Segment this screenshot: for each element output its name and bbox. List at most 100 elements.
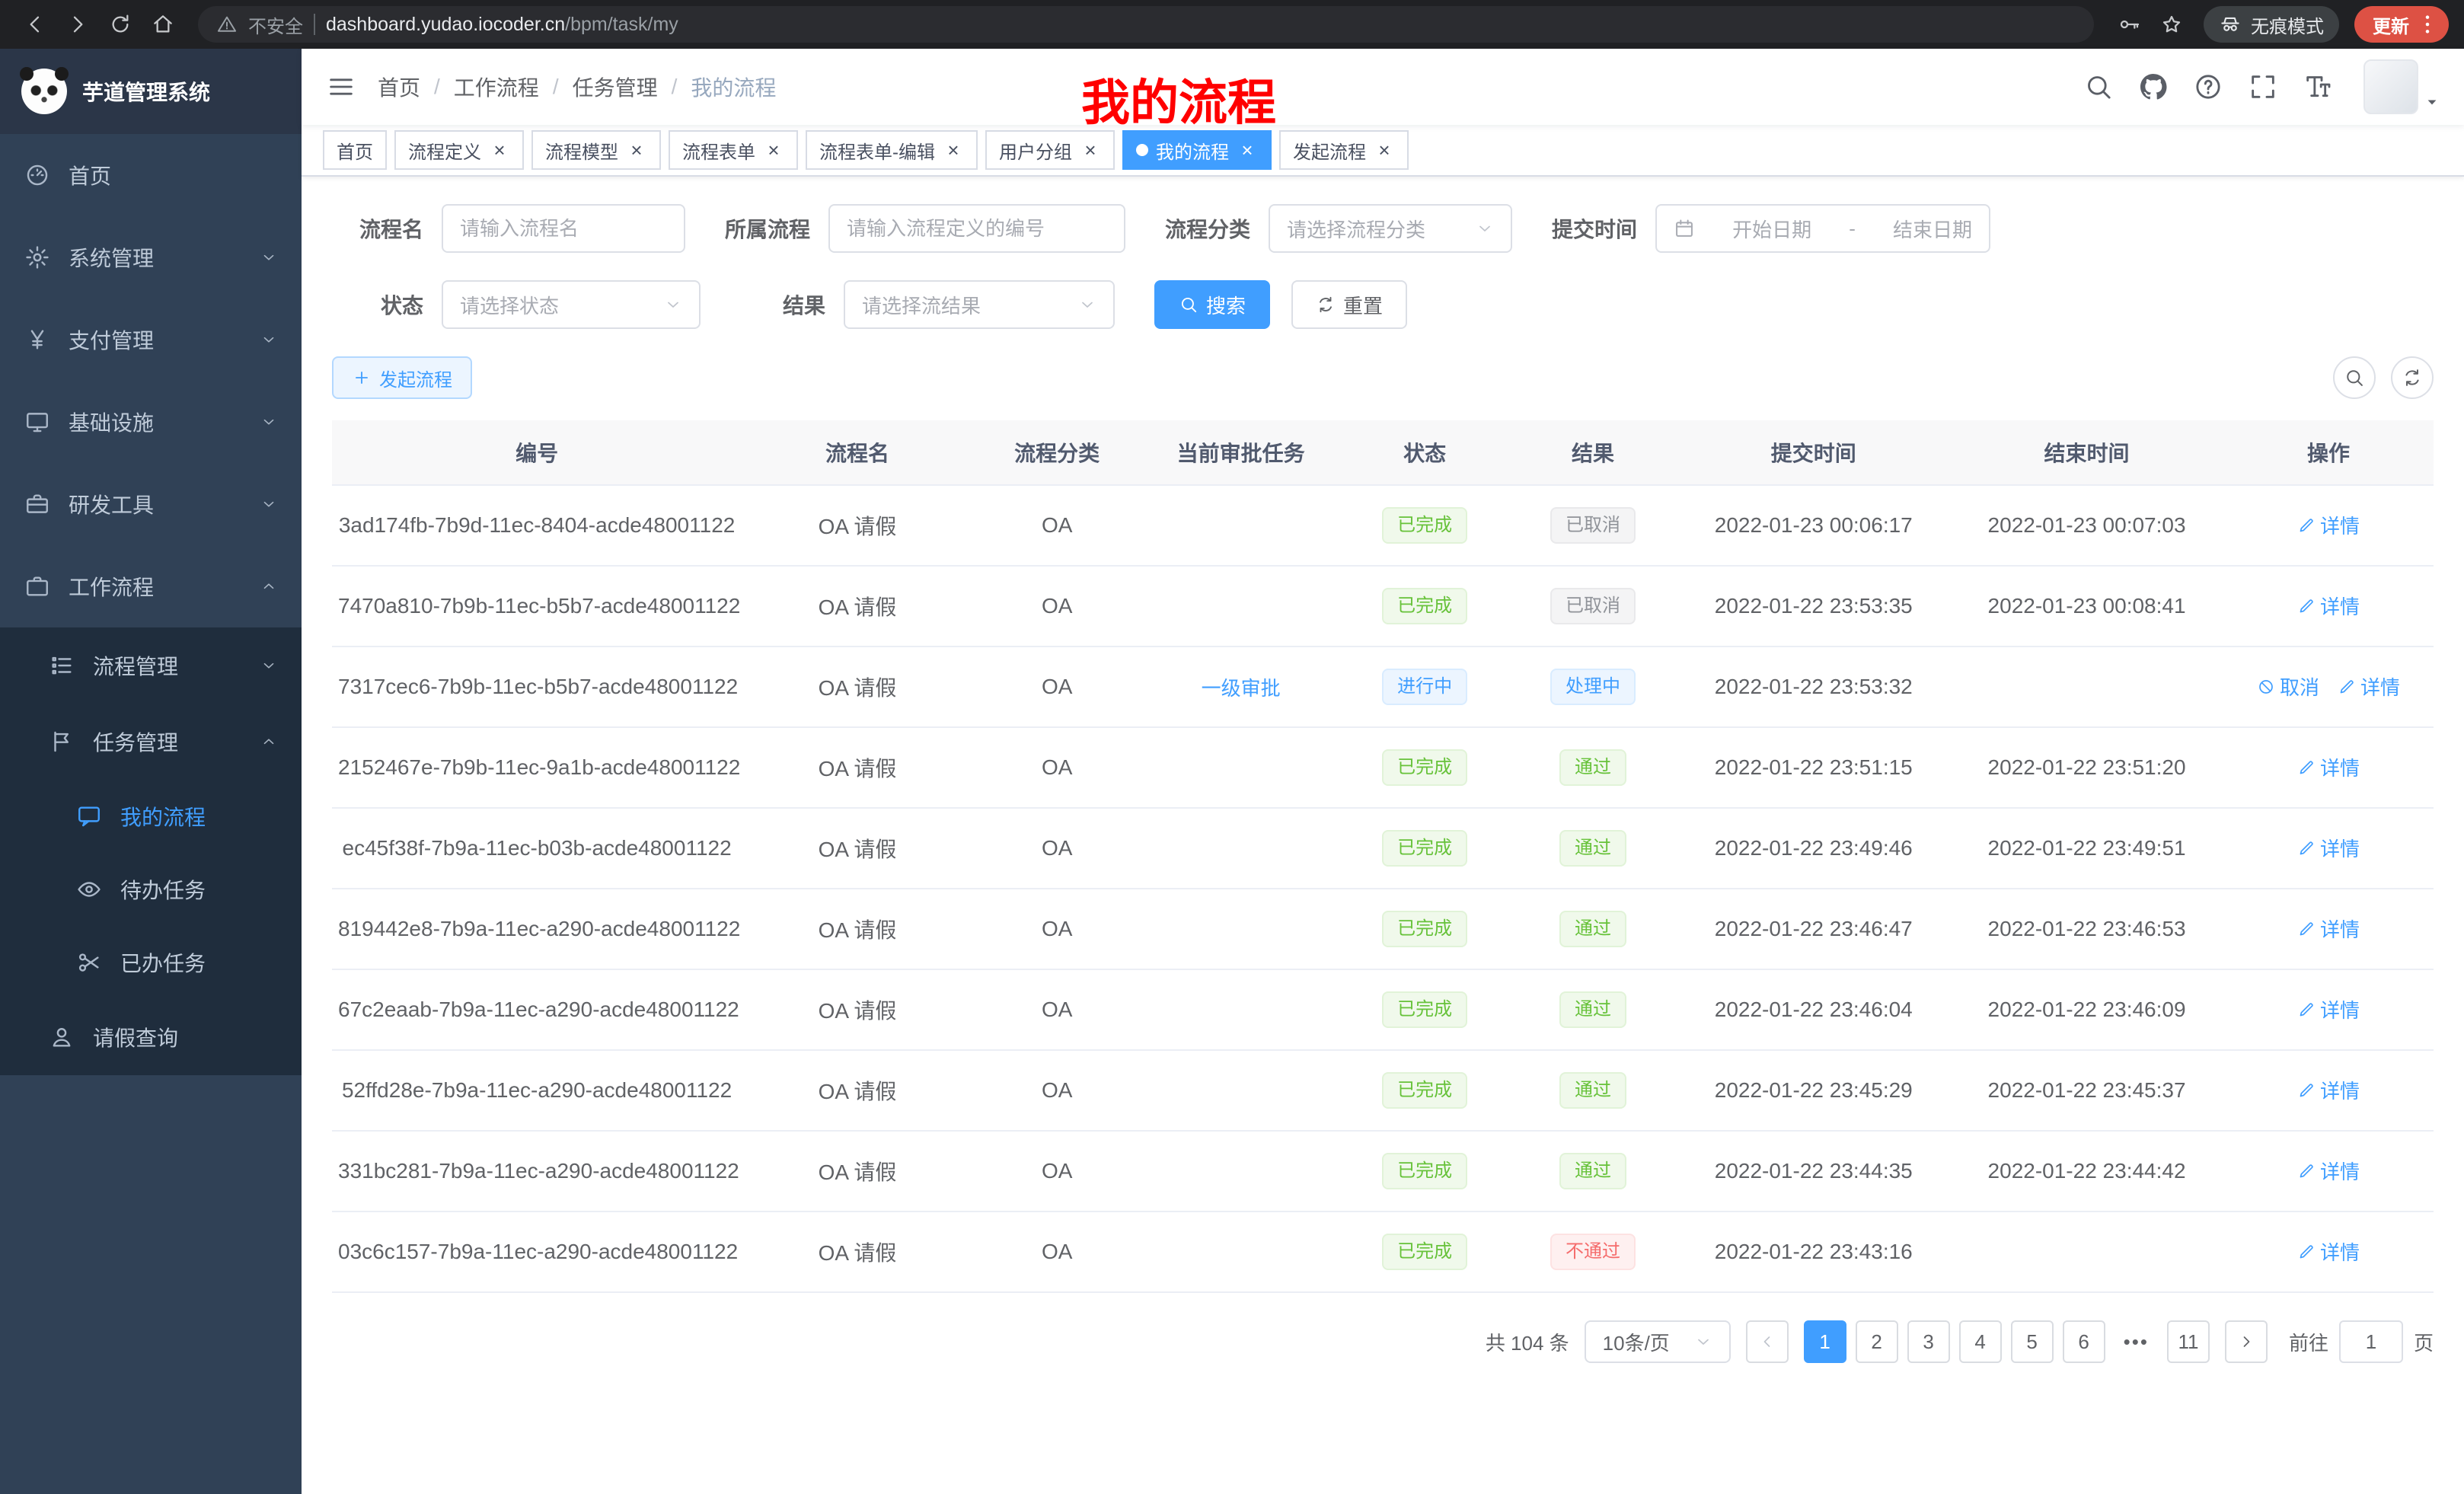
sidebar-item-system[interactable]: 系统管理 bbox=[0, 216, 302, 298]
help-icon[interactable] bbox=[2193, 72, 2223, 102]
sidebar-item-my-process[interactable]: 我的流程 bbox=[0, 780, 302, 853]
back-icon[interactable] bbox=[15, 5, 55, 44]
hamburger-icon[interactable] bbox=[326, 72, 356, 102]
tab-process-form[interactable]: 流程表单× bbox=[669, 130, 798, 170]
close-icon[interactable]: × bbox=[489, 139, 510, 161]
cell-status: 已完成 bbox=[1341, 727, 1509, 808]
reset-button[interactable]: 重置 bbox=[1291, 280, 1407, 329]
close-icon[interactable]: × bbox=[943, 139, 964, 161]
page-button-5[interactable]: 5 bbox=[2011, 1320, 2054, 1363]
close-icon[interactable]: × bbox=[626, 139, 647, 161]
toggle-search-button[interactable] bbox=[2333, 356, 2376, 399]
sidebar-item-home[interactable]: 首页 bbox=[0, 134, 302, 216]
close-icon[interactable]: × bbox=[1237, 139, 1258, 161]
tab-home[interactable]: 首页 bbox=[323, 130, 387, 170]
cell-current-task bbox=[1141, 1131, 1341, 1211]
close-icon[interactable]: × bbox=[763, 139, 784, 161]
page-size-select[interactable]: 10条/页 bbox=[1585, 1320, 1731, 1363]
filter-group-status: 状态 请选择状态 bbox=[332, 280, 701, 329]
pagination-ellipsis[interactable]: ••• bbox=[2115, 1320, 2158, 1363]
breadcrumb-item[interactable]: 任务管理 bbox=[573, 72, 658, 102]
cell-actions: 详情 bbox=[2223, 566, 2434, 646]
cell-end-time bbox=[1950, 1211, 2223, 1292]
github-icon[interactable] bbox=[2138, 72, 2169, 102]
tab-process-definition[interactable]: 流程定义× bbox=[394, 130, 524, 170]
key-icon[interactable] bbox=[2109, 5, 2149, 44]
date-range-picker[interactable]: 开始日期 - 结束日期 bbox=[1655, 204, 1990, 253]
user-menu[interactable] bbox=[2363, 59, 2440, 114]
page-button-3[interactable]: 3 bbox=[1907, 1320, 1950, 1363]
sidebar-item-leave-query[interactable]: 请假查询 bbox=[0, 999, 302, 1075]
home-icon[interactable] bbox=[143, 5, 183, 44]
refresh-table-button[interactable] bbox=[2391, 356, 2434, 399]
cell-id: 819442e8-7b9a-11ec-a290-acde48001122 bbox=[332, 889, 742, 969]
sidebar-item-payment[interactable]: 支付管理 bbox=[0, 298, 302, 381]
next-page-button[interactable] bbox=[2225, 1320, 2268, 1363]
status-tag: 进行中 bbox=[1382, 669, 1467, 705]
tab-my-process[interactable]: 我的流程× bbox=[1122, 130, 1272, 170]
page-button-2[interactable]: 2 bbox=[1856, 1320, 1898, 1363]
sidebar-item-todo-task[interactable]: 待办任务 bbox=[0, 853, 302, 926]
page-button-6[interactable]: 6 bbox=[2063, 1320, 2105, 1363]
search-icon bbox=[2344, 367, 2365, 388]
cell-name: OA 请假 bbox=[742, 1050, 973, 1131]
page-button-11[interactable]: 11 bbox=[2167, 1320, 2210, 1363]
detail-link[interactable]: 详情 bbox=[2297, 1157, 2360, 1185]
process-definition-input[interactable] bbox=[828, 204, 1125, 253]
bookmark-star-icon[interactable] bbox=[2152, 5, 2191, 44]
chevron-down-icon bbox=[260, 249, 277, 266]
detail-link[interactable]: 详情 bbox=[2297, 834, 2360, 862]
breadcrumb-item[interactable]: 工作流程 bbox=[454, 72, 539, 102]
filter-group-definition: 所属流程 bbox=[725, 204, 1125, 253]
tab-process-model[interactable]: 流程模型× bbox=[531, 130, 661, 170]
create-process-button[interactable]: 发起流程 bbox=[332, 356, 472, 399]
approval-task-link[interactable]: 一级审批 bbox=[1202, 673, 1281, 701]
update-button[interactable]: 更新 bbox=[2354, 6, 2449, 43]
sidebar-item-process-manage[interactable]: 流程管理 bbox=[0, 627, 302, 704]
kebab-menu-icon[interactable] bbox=[2415, 12, 2440, 37]
sidebar-item-done-task[interactable]: 已办任务 bbox=[0, 926, 302, 999]
close-icon[interactable]: × bbox=[1080, 139, 1101, 161]
search-icon[interactable] bbox=[2083, 72, 2114, 102]
detail-link[interactable]: 详情 bbox=[2297, 1237, 2360, 1266]
close-icon[interactable]: × bbox=[1374, 139, 1395, 161]
tab-process-form-edit[interactable]: 流程表单-编辑× bbox=[806, 130, 978, 170]
sidebar-item-dev-tools[interactable]: 研发工具 bbox=[0, 463, 302, 545]
sidebar-item-task-manage[interactable]: 任务管理 bbox=[0, 704, 302, 780]
cancel-link[interactable]: 取消 bbox=[2257, 672, 2319, 701]
detail-link[interactable]: 详情 bbox=[2297, 511, 2360, 539]
font-size-icon[interactable] bbox=[2303, 72, 2333, 102]
detail-link[interactable]: 详情 bbox=[2338, 672, 2400, 701]
address-bar[interactable]: 不安全 dashboard.yudao.iocoder.cn/bpm/task/… bbox=[198, 6, 2094, 43]
cell-category: OA bbox=[973, 566, 1141, 646]
result-select[interactable]: 请选择流结果 bbox=[844, 280, 1115, 329]
detail-link[interactable]: 详情 bbox=[2297, 995, 2360, 1023]
cell-status: 已完成 bbox=[1341, 969, 1509, 1050]
detail-link[interactable]: 详情 bbox=[2297, 915, 2360, 943]
category-select[interactable]: 请选择流程分类 bbox=[1269, 204, 1512, 253]
cell-actions: 取消详情 bbox=[2223, 646, 2434, 727]
sidebar-item-infrastructure[interactable]: 基础设施 bbox=[0, 381, 302, 463]
goto-page-input[interactable] bbox=[2339, 1320, 2403, 1363]
detail-link[interactable]: 详情 bbox=[2297, 753, 2360, 781]
detail-link[interactable]: 详情 bbox=[2297, 1076, 2360, 1104]
search-button[interactable]: 搜索 bbox=[1154, 280, 1270, 329]
page-button-1[interactable]: 1 bbox=[1804, 1320, 1846, 1363]
sidebar-item-workflow[interactable]: 工作流程 bbox=[0, 545, 302, 627]
reload-icon[interactable] bbox=[101, 5, 140, 44]
tab-user-group[interactable]: 用户分组× bbox=[985, 130, 1115, 170]
page-button-4[interactable]: 4 bbox=[1959, 1320, 2002, 1363]
cell-status: 已完成 bbox=[1341, 808, 1509, 889]
cell-submit-time: 2022-01-22 23:44:35 bbox=[1677, 1131, 1950, 1211]
prev-page-button[interactable] bbox=[1746, 1320, 1789, 1363]
goto-label: 前往 bbox=[2289, 1328, 2328, 1356]
detail-link[interactable]: 详情 bbox=[2297, 592, 2360, 620]
status-label: 状态 bbox=[332, 289, 423, 320]
message-icon bbox=[76, 803, 102, 829]
process-name-input[interactable] bbox=[442, 204, 685, 253]
forward-icon[interactable] bbox=[58, 5, 97, 44]
fullscreen-icon[interactable] bbox=[2248, 72, 2278, 102]
status-select[interactable]: 请选择状态 bbox=[442, 280, 701, 329]
breadcrumb-item[interactable]: 首页 bbox=[378, 72, 420, 102]
tab-create-process[interactable]: 发起流程× bbox=[1279, 130, 1409, 170]
